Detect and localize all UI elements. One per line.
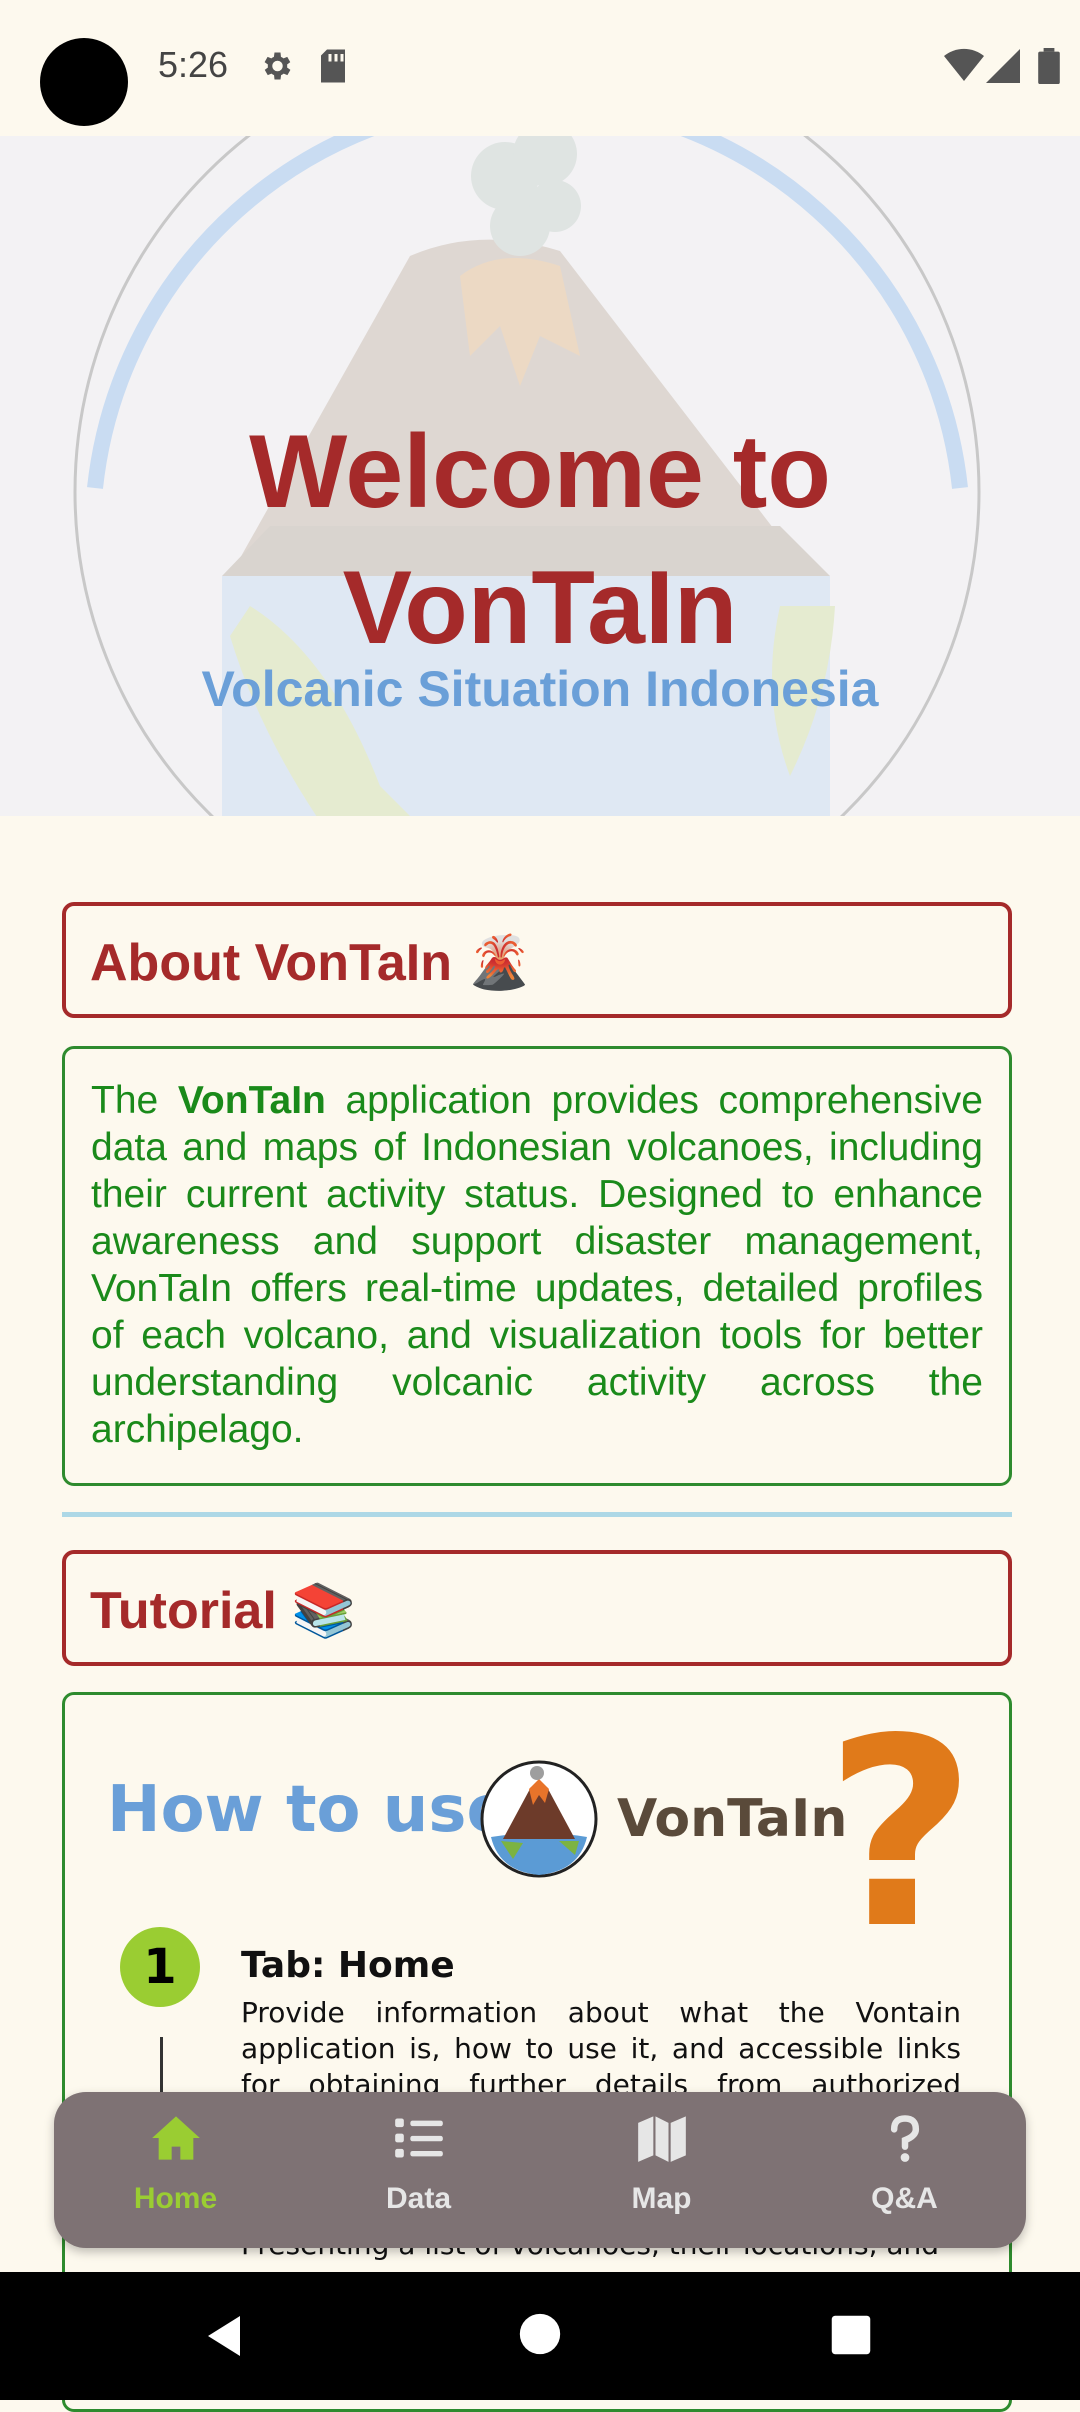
nav-label-home: Home [133, 2182, 218, 2215]
nav-tab-qa[interactable]: Q&A [783, 2092, 1026, 2248]
home-icon [152, 2116, 200, 2160]
about-heading: About VonTaIn 🌋 [90, 934, 532, 992]
wifi-icon [944, 48, 984, 81]
how-to-use-title: How to use [107, 1773, 510, 1847]
question-icon [890, 2115, 920, 2162]
back-icon[interactable] [200, 2312, 248, 2360]
vontain-logo-icon [480, 1760, 598, 1878]
tutorial-heading: Tutorial 📚 [90, 1582, 356, 1640]
status-time: 5:26 [158, 44, 229, 85]
nav-label-data: Data [385, 2182, 452, 2215]
nav-tab-home[interactable]: Home [54, 2092, 297, 2248]
battery-icon [1038, 48, 1060, 84]
nav-label-qa: Q&A [871, 2182, 938, 2215]
signal-icon [986, 49, 1020, 83]
welcome-title: Welcome to VonTaIn [0, 404, 1080, 676]
recents-icon[interactable] [830, 2314, 872, 2356]
about-description: The VonTaIn application provides compreh… [91, 1079, 983, 1451]
section-divider [62, 1512, 1012, 1517]
sd-card-icon [321, 49, 345, 83]
list-icon [395, 2118, 443, 2158]
about-brand: VonTaIn [177, 1079, 326, 1122]
welcome-title-line1: Welcome to [249, 414, 831, 530]
question-mark-icon: ? [825, 1684, 976, 1986]
camera-cutout [40, 38, 128, 126]
vontain-brand: VonTaIn [617, 1789, 848, 1849]
nav-tab-map[interactable]: Map [540, 2092, 783, 2248]
about-description-card: The VonTaIn application provides compreh… [62, 1046, 1012, 1486]
hero-banner: Welcome to VonTaIn Volcanic Situation In… [0, 136, 1080, 816]
nav-label-map: Map [631, 2182, 692, 2215]
status-bar: 5:26 [0, 0, 1080, 136]
welcome-subtitle: Volcanic Situation Indonesia [201, 661, 879, 708]
welcome-title-line2: VonTaIn [342, 550, 738, 666]
tutorial-heading-card: Tutorial 📚 [62, 1550, 1012, 1666]
map-icon [638, 2116, 686, 2162]
bottom-navigation: Home Data Map Q&A [54, 2092, 1026, 2248]
step-number-badge: 1 [120, 1927, 200, 2007]
nav-tab-data[interactable]: Data [297, 2092, 540, 2248]
system-navigation-bar [0, 2272, 1080, 2400]
settings-icon [264, 52, 291, 80]
home-button-icon[interactable] [518, 2312, 562, 2356]
about-heading-card: About VonTaIn 🌋 [62, 902, 1012, 1018]
step-title: Tab: Home [241, 1945, 455, 1986]
